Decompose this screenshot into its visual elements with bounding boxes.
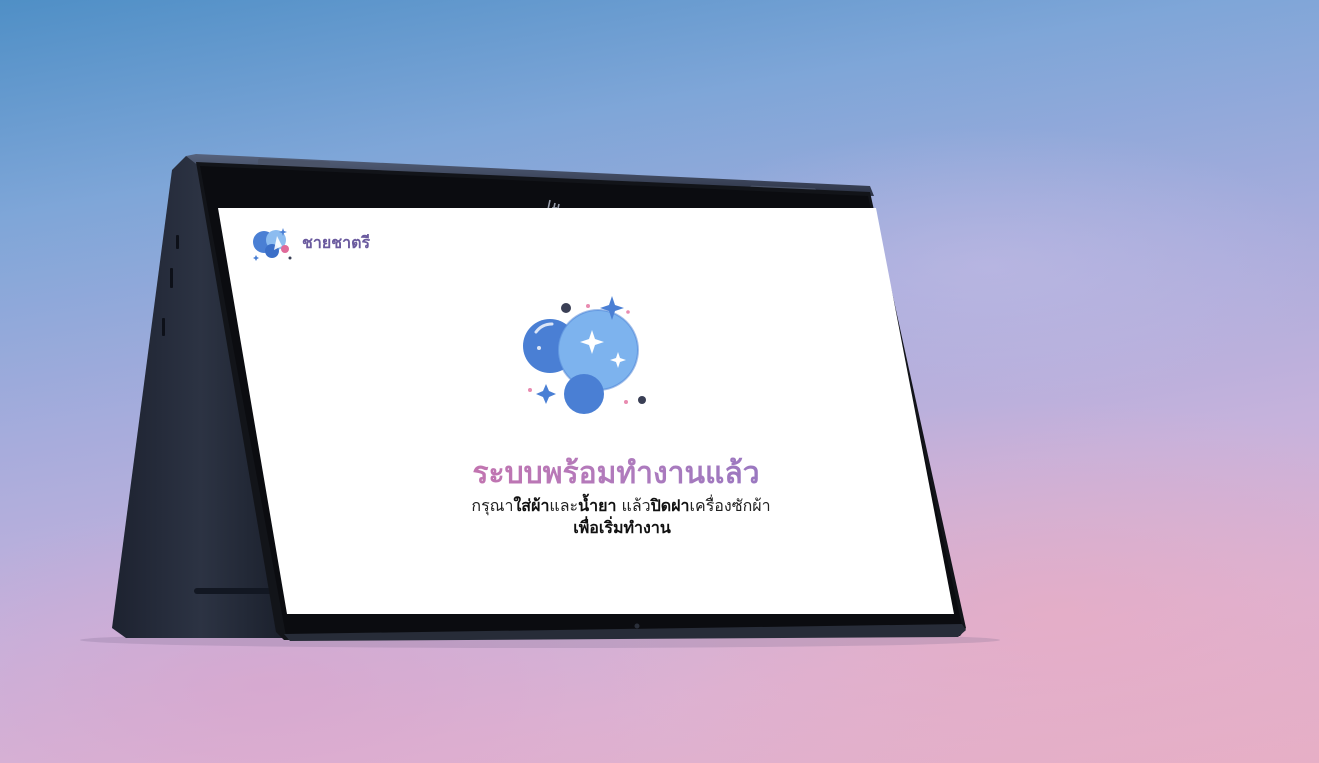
webcam-icon (634, 623, 640, 629)
instruction-detergent: น้ำยา (578, 496, 617, 515)
port-usbc (170, 268, 173, 288)
instruction-then: แล้ว (616, 496, 651, 515)
bubbles-logo-icon (253, 228, 292, 261)
instruction-and: และ (549, 496, 579, 515)
instruction-clothes: ใส่ผ้า (513, 496, 550, 515)
bubbles-sparkle-icon (523, 296, 646, 414)
ready-instruction-line2: เพื่อเริ่มทำงาน (573, 518, 671, 537)
brand-header: ชายชาตรี (250, 222, 370, 264)
ready-title: ระบบพร้อมทำงานแล้ว (218, 450, 954, 497)
port-usb (176, 235, 179, 249)
instruction-suffix: เครื่องซักผ้า (689, 496, 771, 515)
instruction-close-lid: ปิดฝา (650, 496, 690, 515)
brand-name: ชายชาตรี (302, 232, 371, 252)
display-screen[interactable]: ชายชาตรี ระบบพร้อมทำงานแล้ว กรุณาใส่ผ้าแ… (218, 208, 954, 614)
speaker-grille (194, 588, 274, 594)
instruction-prefix: กรุณา (471, 496, 514, 515)
port-audio (162, 318, 165, 336)
background: ชายชาตรี ระบบพร้อมทำงานแล้ว กรุณาใส่ผ้าแ… (0, 0, 1319, 763)
